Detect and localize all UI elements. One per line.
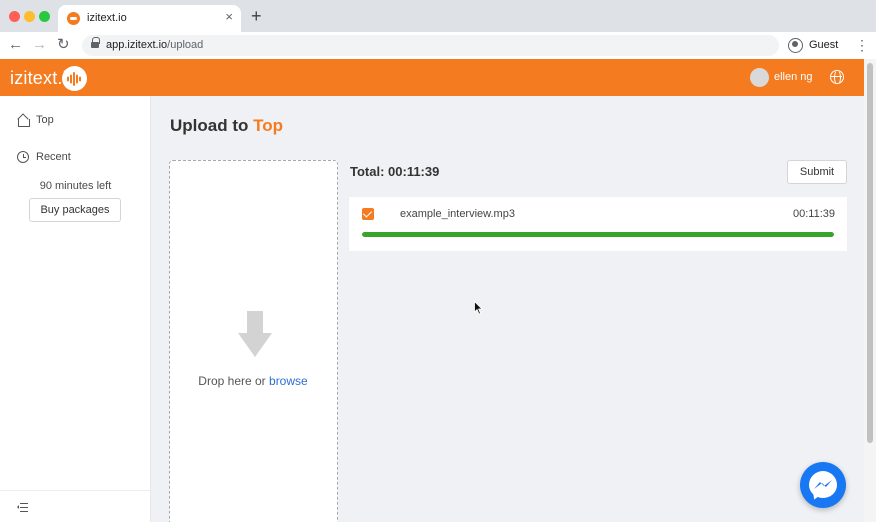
sidebar-item-top[interactable]: Top <box>17 114 54 127</box>
list-item: example_interview.mp3 00:11:39 <box>349 197 847 251</box>
page-title: Upload to Top <box>170 116 283 136</box>
mouse-cursor-icon <box>474 301 483 315</box>
page-title-prefix: Upload to <box>170 116 249 135</box>
home-icon <box>17 114 30 127</box>
file-checkbox[interactable] <box>362 208 374 220</box>
tab-title: izitext.io <box>87 12 127 24</box>
app-header: izitext.i ellen ng <box>0 59 864 96</box>
buy-packages-button[interactable]: Buy packages <box>29 198 121 222</box>
language-globe-icon[interactable] <box>830 70 844 85</box>
sidebar-item-label: Recent <box>36 151 71 163</box>
maximize-window-button[interactable] <box>39 11 50 22</box>
sidebar-footer <box>0 490 150 522</box>
profile-icon[interactable] <box>788 38 803 53</box>
brand-logo-icon[interactable] <box>62 66 87 91</box>
browser-tab[interactable]: izitext.io × <box>58 5 241 32</box>
minimize-window-button[interactable] <box>24 11 35 22</box>
avatar[interactable] <box>750 68 769 87</box>
messenger-bolt-icon <box>814 480 832 489</box>
tab-close-icon[interactable]: × <box>225 9 233 24</box>
minutes-left-text: 90 minutes left <box>39 180 112 192</box>
sidebar-item-recent[interactable]: Recent <box>17 151 71 163</box>
drop-text: Drop here or <box>198 374 266 388</box>
upload-progress-bar <box>362 232 834 237</box>
submit-button[interactable]: Submit <box>787 160 847 184</box>
url-path: /upload <box>167 39 204 51</box>
reload-button[interactable]: ↻ <box>57 35 70 55</box>
lock-icon <box>91 37 100 49</box>
url-host: app.izitext.io <box>106 39 168 51</box>
close-window-button[interactable] <box>9 11 20 22</box>
collapse-sidebar-icon[interactable] <box>17 503 28 513</box>
page-title-target: Top <box>253 116 284 135</box>
total-duration: Total: 00:11:39 <box>350 164 440 179</box>
upload-progress-fill <box>362 232 834 237</box>
browse-link[interactable]: browse <box>269 374 308 388</box>
address-bar[interactable]: app.izitext.io/upload <box>82 35 779 56</box>
file-name: example_interview.mp3 <box>400 208 515 220</box>
browser-window: izitext.io × + ← → ↻ app.izitext.io/uplo… <box>0 0 876 522</box>
sidebar-item-label: Top <box>36 114 54 126</box>
file-dropzone[interactable]: Drop here or browse <box>169 160 338 522</box>
back-button[interactable]: ← <box>8 35 23 55</box>
browser-toolbar: ← → ↻ app.izitext.io/upload Guest ⋮ <box>0 32 876 59</box>
izitext-favicon-icon <box>67 12 80 25</box>
file-duration: 00:11:39 <box>792 208 835 220</box>
clock-icon <box>17 151 29 163</box>
new-tab-button[interactable]: + <box>251 7 262 25</box>
brand-name[interactable]: izitext.i <box>10 68 67 89</box>
download-arrow-icon <box>238 311 272 357</box>
sidebar: Top Recent 90 minutes left Buy packages <box>0 96 151 522</box>
scrollbar-thumb[interactable] <box>867 63 873 443</box>
drop-instructions: Drop here or browse <box>170 374 336 388</box>
tab-strip: izitext.io × + <box>0 0 876 32</box>
browser-menu-icon[interactable]: ⋮ <box>855 35 869 55</box>
profile-label[interactable]: Guest <box>809 39 838 51</box>
messenger-chat-button[interactable] <box>800 462 846 508</box>
forward-button[interactable]: → <box>32 35 47 55</box>
page-scrollbar[interactable] <box>864 59 876 522</box>
main-content: Upload to Top Drop here or browse Total:… <box>151 96 864 522</box>
user-name[interactable]: ellen ng <box>774 71 813 83</box>
url-text: app.izitext.io/upload <box>106 39 203 51</box>
